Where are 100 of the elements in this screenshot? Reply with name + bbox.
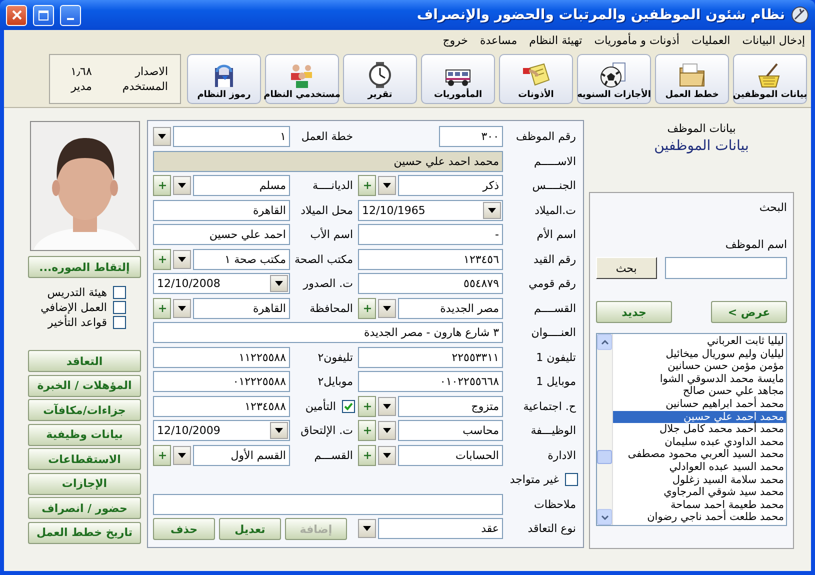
scroll-thumb[interactable] <box>597 450 612 464</box>
menu-item[interactable]: العمليات <box>691 34 730 46</box>
toolbar-button[interactable]: بيانات الموظفين <box>733 54 807 104</box>
list-item[interactable]: مجاهد علي حسن صالح <box>613 385 786 398</box>
toolbar-button[interactable]: تقرير <box>343 54 417 104</box>
sidebar-button[interactable]: بيانات وظيفية <box>28 424 141 446</box>
add-button[interactable] <box>153 298 171 318</box>
dropdown-arrow-button[interactable] <box>483 202 501 218</box>
list-item[interactable]: محمد أحمد ابراهيم حسانين <box>613 398 786 411</box>
menu-item[interactable]: أذونات و مأموريات <box>594 34 680 46</box>
dropdown-arrow-button[interactable] <box>358 519 376 538</box>
dropdown-field[interactable]: مكتب صحة ١ <box>193 248 290 270</box>
form-button[interactable]: حذف <box>153 518 215 540</box>
toolbar-button[interactable]: رموز النظام <box>187 54 261 104</box>
dropdown-field[interactable]: ١ <box>173 126 290 147</box>
date-field[interactable]: 12/10/1965 <box>358 200 503 220</box>
toolbar-button[interactable]: المأموريات <box>421 54 495 104</box>
add-button[interactable] <box>358 298 376 318</box>
menu-item[interactable]: إدخال البيانات <box>742 34 805 46</box>
text-field[interactable]: ٥٥٤٨٧٩ <box>358 273 503 294</box>
text-field[interactable]: احمد علي حسين <box>153 224 290 245</box>
toolbar-button[interactable]: الأجازات السنويه <box>577 54 651 104</box>
menu-item[interactable]: تهيئة النظام <box>529 34 582 46</box>
list-item[interactable]: محمد سيد شوقي المرجاوي <box>613 486 786 499</box>
dropdown-field[interactable]: مسلم <box>193 175 290 196</box>
search-field[interactable] <box>664 257 787 279</box>
dropdown-arrow-button[interactable] <box>270 275 288 292</box>
minimize-button[interactable] <box>60 4 81 26</box>
checkbox[interactable] <box>342 400 355 412</box>
sidebar-button[interactable]: التعاقد <box>28 350 141 372</box>
sidebar-button[interactable]: المؤهلات / الخبرة <box>28 374 141 396</box>
add-button[interactable] <box>358 444 376 466</box>
dropdown-field[interactable]: الحسابات <box>398 444 503 466</box>
text-field[interactable]: - <box>358 224 503 245</box>
dropdown-field[interactable]: ذكر <box>398 175 503 196</box>
search-button[interactable]: بحث <box>596 257 657 279</box>
dropdown-arrow-button[interactable] <box>153 127 171 146</box>
list-item[interactable]: محمد أحمد محمد كامل جلال <box>613 423 786 436</box>
menu-item[interactable]: خروج <box>442 34 468 46</box>
toolbar-button[interactable]: الأذونات <box>499 54 573 104</box>
menu-item[interactable]: مساعدة <box>480 34 518 46</box>
text-field[interactable]: ١٢٣٤٥٦ <box>358 248 503 270</box>
text-field[interactable]: ٠١٢٢٢٥٥٨٨ <box>153 371 290 392</box>
list-item[interactable]: مايسة محمد الدسوقي الشوا <box>613 372 786 386</box>
sidebar-button[interactable]: جزاءات/مكافآت <box>28 399 141 421</box>
text-field[interactable]: ٣ شارع هارون - مصر الجديدة <box>153 322 503 343</box>
list-item[interactable]: محمد الداودي عبده سليمان <box>613 436 786 448</box>
list-item[interactable]: محمد طلعت أحمد ناجي رضوان <box>613 511 786 524</box>
list-item[interactable]: ليليا ثابت العرباني <box>613 335 786 348</box>
dropdown-arrow-button[interactable] <box>173 298 191 318</box>
maximize-button[interactable] <box>33 4 54 26</box>
dropdown-arrow-button[interactable] <box>378 446 396 464</box>
dropdown-arrow-button[interactable] <box>378 298 396 318</box>
list-item[interactable]: ليليان وليم سوريال ميخائيل <box>613 348 786 360</box>
capture-photo-button[interactable]: إلتقاط الصوره... <box>28 256 141 278</box>
action-button[interactable]: جديد <box>596 301 672 323</box>
text-field[interactable]: ٢٢٥٥٣٣١١ <box>358 346 503 368</box>
add-button[interactable] <box>153 175 171 196</box>
dropdown-arrow-button[interactable] <box>173 176 191 195</box>
add-button[interactable] <box>358 396 376 416</box>
list-item[interactable]: محمد سلامة السيد زغلول <box>613 474 786 486</box>
dropdown-arrow-button[interactable] <box>378 176 396 195</box>
toolbar-button[interactable]: مستخدمي النظام <box>265 54 339 104</box>
sidebar-button[interactable]: تاريخ خطط العمل <box>28 522 141 544</box>
add-button[interactable] <box>358 420 376 441</box>
scroll-up-button[interactable] <box>597 334 612 350</box>
scrollbar[interactable] <box>597 334 613 525</box>
date-field[interactable]: 12/10/2008 <box>153 273 290 294</box>
checkbox[interactable] <box>565 473 578 486</box>
action-button[interactable]: عرض > <box>711 301 787 323</box>
text-field[interactable] <box>153 494 503 514</box>
dropdown-field[interactable]: عقد <box>378 518 503 539</box>
dropdown-arrow-button[interactable] <box>270 422 288 439</box>
form-button[interactable]: تعديل <box>219 518 281 540</box>
checkbox[interactable] <box>113 286 126 299</box>
dropdown-arrow-button[interactable] <box>173 446 191 464</box>
checkbox[interactable] <box>113 316 126 329</box>
add-button[interactable] <box>153 444 171 466</box>
add-button[interactable] <box>358 175 376 196</box>
dropdown-arrow-button[interactable] <box>173 250 191 268</box>
dropdown-field[interactable]: مصر الجديدة <box>398 298 503 318</box>
close-button[interactable] <box>6 4 27 26</box>
checkbox[interactable] <box>113 301 126 314</box>
dropdown-field[interactable]: القاهرة <box>193 298 290 318</box>
text-field[interactable]: القاهرة <box>153 200 290 220</box>
dropdown-field[interactable]: القسم الأول <box>193 444 290 466</box>
sidebar-button[interactable]: حضور / انصراف <box>28 497 141 519</box>
sidebar-button[interactable]: الاستقطاعات <box>28 448 141 470</box>
list-item[interactable]: مؤمن مؤمن حسن حسانين <box>613 360 786 373</box>
dropdown-field[interactable]: محاسب <box>398 420 503 441</box>
list-item[interactable]: محمد السيد العربي محمود مصطفى <box>613 448 786 461</box>
text-field[interactable]: ١٢٣٤٥٨٨ <box>153 396 290 416</box>
text-field[interactable]: ١١٢٢٥٥٨٨ <box>153 346 290 368</box>
dropdown-arrow-button[interactable] <box>378 421 396 440</box>
dropdown-field[interactable]: متزوج <box>398 396 503 416</box>
date-field[interactable]: 12/10/2009 <box>153 420 290 441</box>
sidebar-button[interactable]: الإجازات <box>28 472 141 494</box>
toolbar-button[interactable]: خطط العمل <box>655 54 729 104</box>
add-button[interactable] <box>153 248 171 270</box>
text-field[interactable]: ٠١٠٢٢٥٥٦٦٨ <box>358 371 503 392</box>
